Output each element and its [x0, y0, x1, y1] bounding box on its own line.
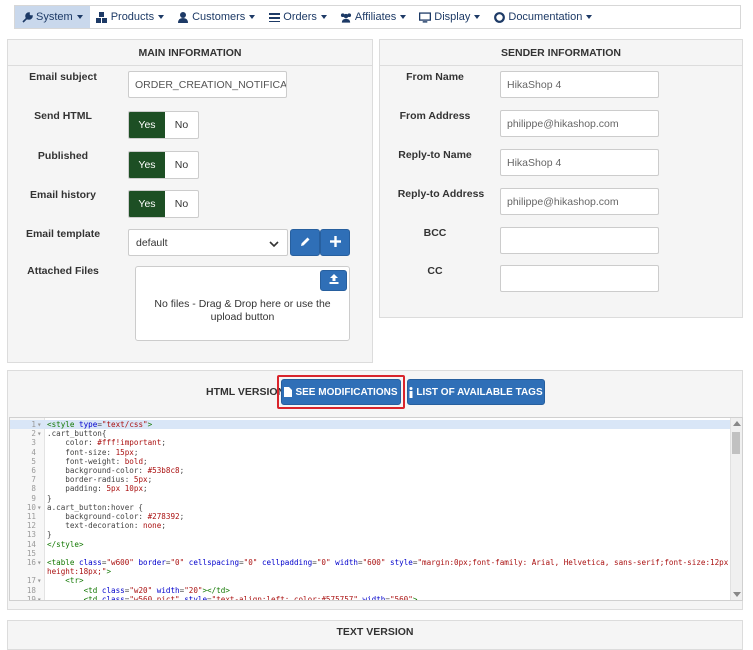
chevron-down-icon [474, 15, 481, 19]
list-tags-button[interactable]: LIST OF AVAILABLE TAGS [407, 379, 545, 405]
send-html-no[interactable]: No [165, 112, 198, 138]
list-icon [268, 11, 280, 23]
menu-customers[interactable]: Customers [171, 6, 262, 28]
sender-information-title: SENDER INFORMATION [380, 40, 742, 66]
user-icon [177, 11, 189, 23]
menu-products[interactable]: Products [90, 6, 171, 28]
pencil-icon [300, 236, 311, 250]
see-modifications-button[interactable]: SEE MODIFICATIONS [281, 379, 401, 405]
attached-files-label: Attached Files [27, 265, 99, 277]
code-line: 1 ▾ <style type="text/css"> [10, 420, 730, 430]
menu-customers-label: Customers [192, 11, 246, 23]
email-template-label: Email template [25, 228, 101, 240]
cubes-icon [96, 11, 108, 23]
main-information-title: MAIN INFORMATION [8, 40, 372, 66]
sender-information-panel: SENDER INFORMATION From Name HikaShop 4 … [379, 39, 743, 318]
reply-to-name-input[interactable]: HikaShop 4 [500, 149, 659, 176]
menu-orders-label: Orders [283, 11, 317, 23]
published-toggle[interactable]: Yes No [128, 151, 199, 179]
users-icon [340, 11, 352, 23]
send-html-label: Send HTML [34, 110, 92, 122]
chevron-down-icon [586, 15, 593, 19]
chevron-down-icon [320, 15, 327, 19]
scroll-up-arrow-icon[interactable] [733, 421, 741, 426]
menu-affiliates-label: Affiliates [354, 11, 397, 23]
bcc-label: BCC [423, 227, 447, 239]
html-code-editor[interactable]: 1 ▾ <style type="text/css"> 2 ▾ .cart_button… [9, 417, 743, 601]
plus-icon [329, 235, 341, 250]
from-name-input[interactable]: HikaShop 4 [500, 71, 659, 98]
editor-scrollbar[interactable] [730, 418, 742, 600]
menu-documentation-label: Documentation [508, 11, 583, 23]
from-name-label: From Name [406, 71, 464, 83]
see-modifications-label: SEE MODIFICATIONS [295, 386, 398, 398]
info-icon [409, 386, 413, 398]
chevron-down-icon [269, 239, 279, 251]
dropzone-text: No files - Drag & Drop here or use the u… [154, 298, 331, 323]
email-subject-input[interactable]: ORDER_CREATION_NOTIFICATION_SUBJECT [128, 71, 287, 98]
menu-products-label: Products [110, 11, 155, 23]
from-address-label: From Address [399, 110, 471, 122]
menu-display[interactable]: Display [413, 6, 487, 28]
text-version-panel: TEXT VERSION [7, 620, 743, 650]
send-html-toggle[interactable]: Yes No [128, 111, 199, 139]
chevron-down-icon [158, 15, 165, 19]
chevron-down-icon [400, 15, 407, 19]
chevron-down-icon [76, 15, 83, 19]
email-history-toggle[interactable]: Yes No [128, 190, 199, 218]
upload-icon [329, 274, 339, 287]
email-history-no[interactable]: No [165, 191, 198, 217]
chevron-down-icon [249, 15, 256, 19]
email-template-select[interactable]: default [128, 229, 288, 256]
monitor-icon [419, 11, 432, 23]
menu-orders[interactable]: Orders [262, 6, 334, 28]
published-no[interactable]: No [165, 152, 198, 178]
html-version-title: HTML VERSION [206, 386, 286, 398]
editor-scroll-thumb[interactable] [732, 432, 740, 454]
menu-affiliates[interactable]: Affiliates [334, 6, 413, 28]
email-subject-label: Email subject [29, 71, 97, 83]
wrench-icon [21, 11, 33, 23]
menu-documentation[interactable]: Documentation [487, 6, 599, 28]
published-yes[interactable]: Yes [129, 152, 165, 178]
reply-to-name-label: Reply-to Name [398, 149, 472, 161]
cc-label: CC [427, 265, 443, 277]
email-history-yes[interactable]: Yes [129, 191, 165, 217]
scroll-down-arrow-icon[interactable] [733, 592, 741, 597]
send-html-yes[interactable]: Yes [129, 112, 165, 138]
reply-to-address-input[interactable]: philippe@hikashop.com [500, 188, 659, 215]
attached-files-dropzone[interactable]: No files - Drag & Drop here or use the u… [135, 266, 350, 341]
upload-button[interactable] [320, 270, 347, 291]
from-address-input[interactable]: philippe@hikashop.com [500, 110, 659, 137]
add-template-button[interactable] [320, 229, 350, 256]
email-template-value: default [136, 236, 168, 249]
menu-display-label: Display [434, 11, 471, 23]
admin-menu-bar: System Products Customers Orders Affilia… [14, 5, 741, 29]
email-history-label: Email history [30, 189, 96, 201]
text-version-title: TEXT VERSION [336, 626, 414, 638]
lifering-icon [493, 11, 505, 23]
cc-input[interactable] [500, 265, 659, 292]
published-label: Published [37, 150, 89, 162]
menu-system-label: System [36, 11, 73, 23]
file-icon [284, 387, 293, 397]
list-tags-label: LIST OF AVAILABLE TAGS [416, 386, 543, 398]
bcc-input[interactable] [500, 227, 659, 254]
reply-to-address-label: Reply-to Address [397, 188, 485, 200]
edit-template-button[interactable] [290, 229, 320, 256]
main-information-panel: MAIN INFORMATION Email subject ORDER_CRE… [7, 39, 373, 363]
menu-system[interactable]: System [15, 6, 90, 28]
